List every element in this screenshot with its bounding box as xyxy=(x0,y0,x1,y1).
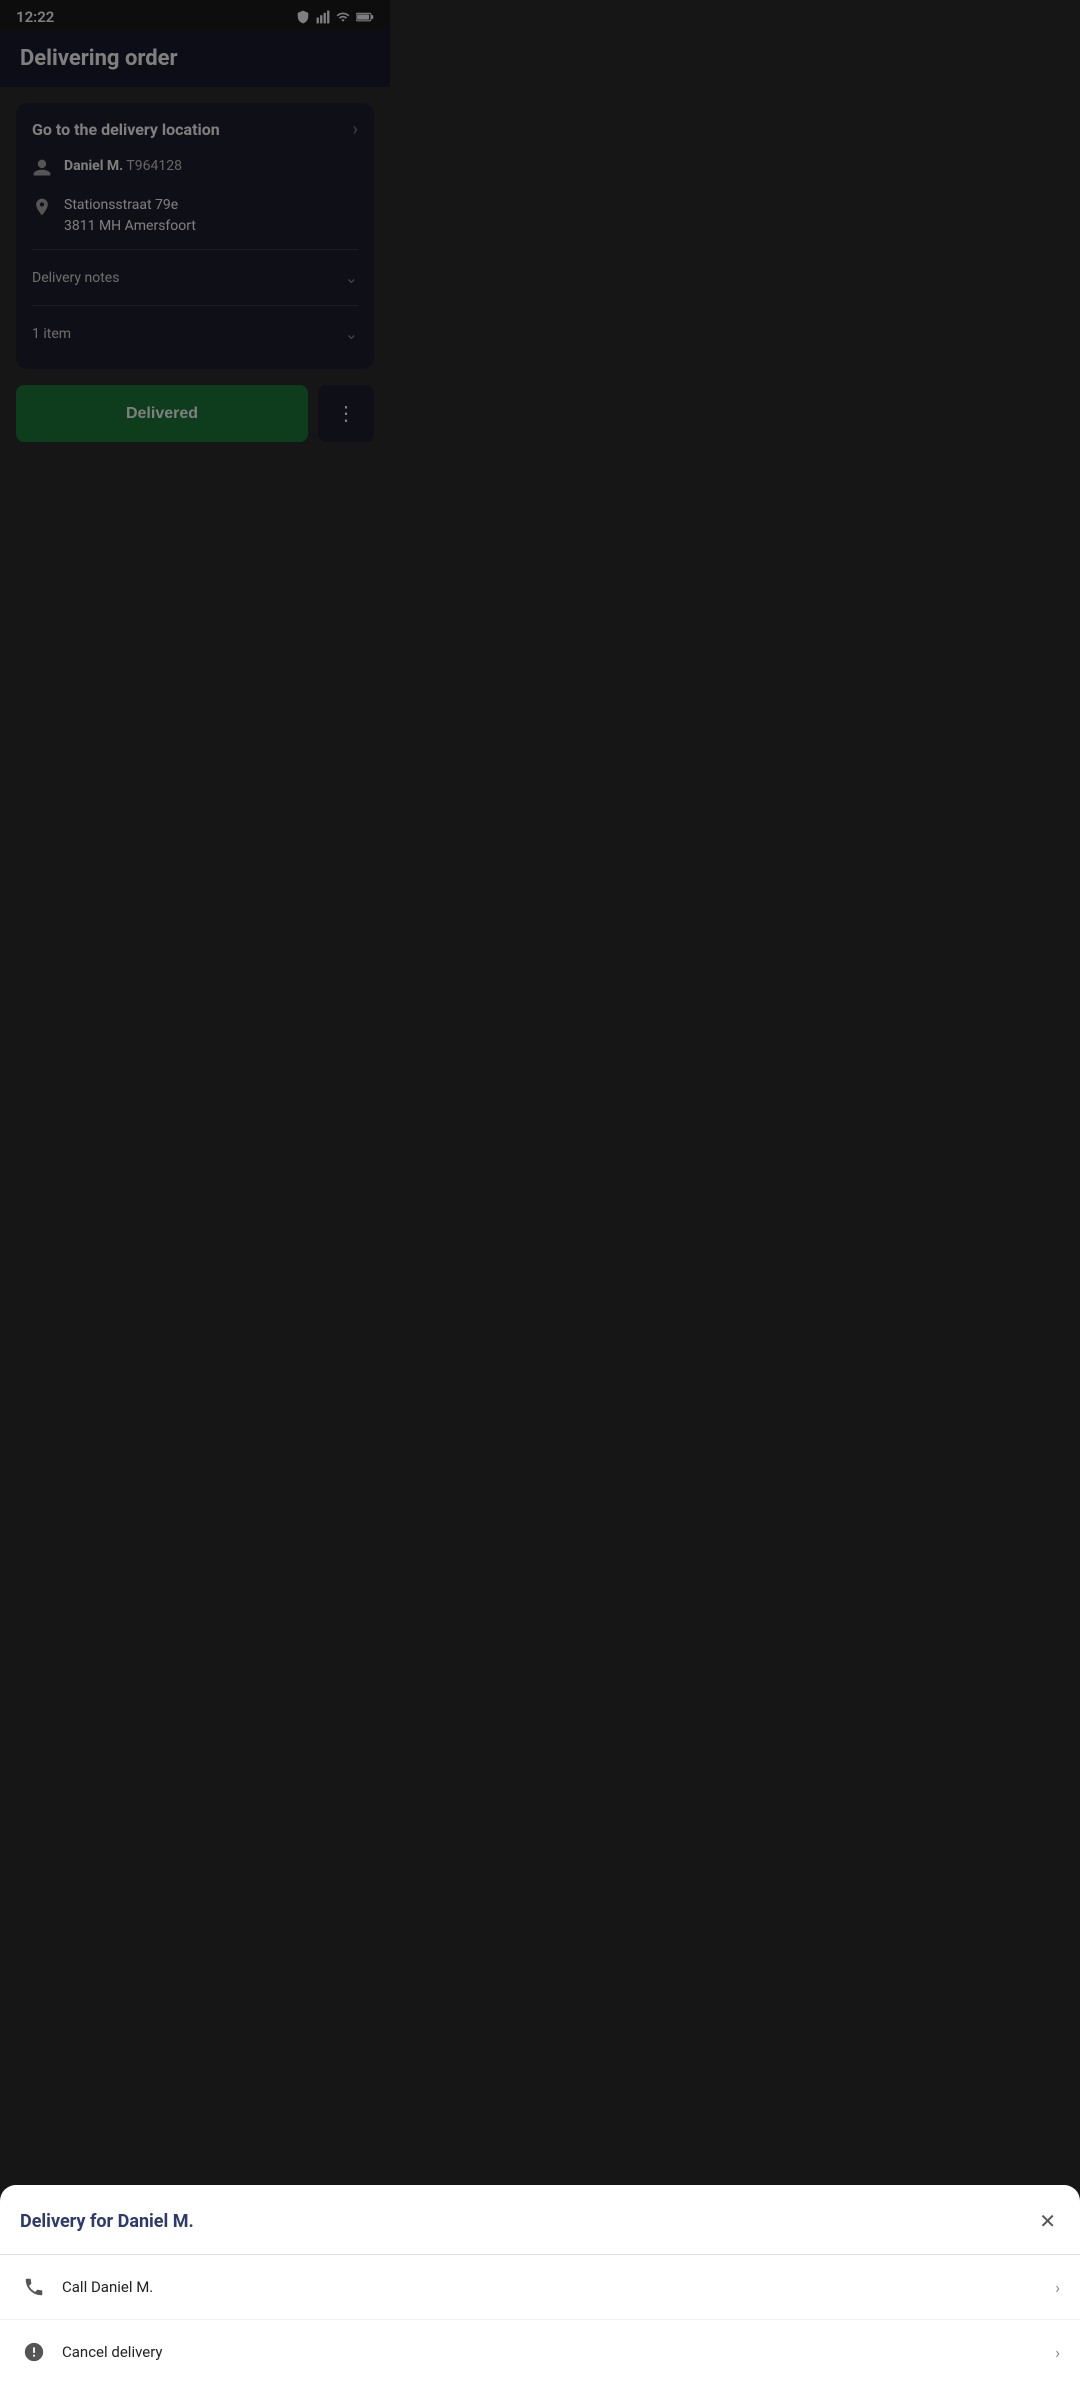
call-label: Call Daniel M. xyxy=(62,2278,153,2296)
bottom-sheet: Delivery for Daniel M. ✕ Call Daniel M. … xyxy=(0,2185,1080,2400)
call-chevron-icon: › xyxy=(1055,2278,1060,2297)
bottom-sheet-header: Delivery for Daniel M. ✕ xyxy=(0,2185,1080,2255)
cancel-item-left: Cancel delivery xyxy=(20,2338,163,2366)
overlay[interactable] xyxy=(0,0,1080,2400)
bottom-sheet-title: Delivery for Daniel M. xyxy=(20,2211,194,2232)
cancel-delivery-label: Cancel delivery xyxy=(62,2343,163,2361)
cancel-chevron-icon: › xyxy=(1055,2343,1060,2362)
cancel-delivery-item[interactable]: Cancel delivery › xyxy=(0,2320,1080,2384)
cancel-icon xyxy=(20,2338,48,2366)
call-item-left: Call Daniel M. xyxy=(20,2273,153,2301)
close-button[interactable]: ✕ xyxy=(1035,2205,1060,2238)
call-action-item[interactable]: Call Daniel M. › xyxy=(0,2255,1080,2320)
close-icon: ✕ xyxy=(1039,2211,1056,2233)
phone-icon xyxy=(20,2273,48,2301)
